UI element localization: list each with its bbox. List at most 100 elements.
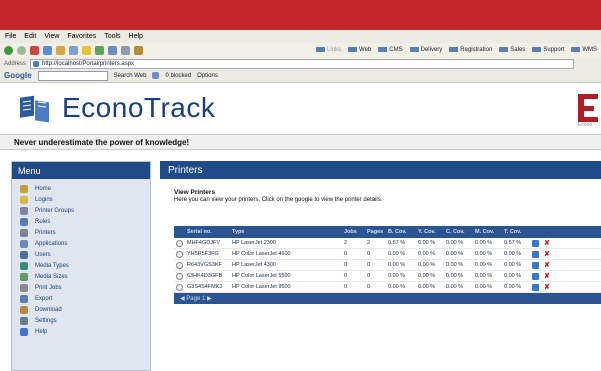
main-panel: Printers View Printers Here you can view… — [160, 161, 601, 371]
cell-b: 0.57 % — [388, 240, 406, 246]
cell-pages: 0 — [367, 262, 371, 268]
cell-serial: R643VGS3KF — [187, 262, 222, 268]
link-cms[interactable]: CMS — [378, 47, 402, 54]
sidebar-item-help[interactable]: Help — [12, 326, 150, 337]
cell-jobs: 0 — [344, 284, 348, 290]
cell-m: 0.00 % — [475, 262, 493, 268]
delete-icon[interactable]: ✘ — [544, 282, 550, 292]
stop-icon[interactable] — [30, 46, 39, 55]
applications-icon — [20, 239, 28, 248]
view-details-icon[interactable] — [176, 282, 183, 292]
sidebar-item-printer-groups[interactable]: Printer Groups — [12, 205, 150, 216]
sidebar-item-download[interactable]: Download — [12, 304, 150, 315]
google-search-input[interactable] — [37, 70, 108, 81]
printers-table: Serial no. Type Jobs Pages B. Cov. Y. Cov. C. … — [174, 226, 601, 304]
cell-c: 0.00 % — [446, 240, 464, 246]
sidebar-item-media-sizes[interactable]: Media Sizes — [12, 271, 150, 282]
cell-y: 0.00 % — [418, 262, 436, 268]
delete-icon[interactable]: ✘ — [544, 249, 550, 259]
cell-y: 0.00 % — [418, 284, 436, 290]
print-icon[interactable] — [121, 46, 130, 55]
edit-icon[interactable] — [532, 282, 539, 292]
link-delivery[interactable]: Delivery — [410, 47, 443, 54]
popup-blocked[interactable]: 0 blocked — [165, 73, 191, 79]
sidebar-item-settings[interactable]: Settings — [12, 315, 150, 326]
view-details-icon[interactable] — [176, 271, 183, 281]
sidebar-item-label: Applications — [35, 240, 68, 247]
sidebar-item-applications[interactable]: Applications — [12, 238, 150, 249]
right-logo-text: Econo — [578, 122, 593, 128]
sidebar-item-label: Rules — [35, 218, 51, 225]
sidebar-title: Menu — [12, 162, 150, 179]
back-icon[interactable] — [4, 46, 13, 55]
link-support[interactable]: Support — [532, 47, 564, 54]
page-icon — [33, 60, 40, 67]
forward-icon[interactable] — [17, 46, 26, 55]
cell-c: 0.00 % — [446, 284, 464, 290]
sidebar-item-printers[interactable]: Printers — [12, 227, 150, 238]
sidebar-item-export[interactable]: Export — [12, 293, 150, 304]
delete-icon[interactable]: ✘ — [544, 271, 550, 281]
sidebar-item-media-types[interactable]: Media Types — [12, 260, 150, 271]
cell-t: 0.00 % — [504, 262, 522, 268]
sidebar-item-label: Settings — [35, 317, 57, 324]
edit-icon[interactable] — [532, 260, 539, 270]
cell-y: 0.00 % — [418, 273, 436, 279]
link-web[interactable]: Web — [348, 47, 371, 54]
google-options[interactable]: Options — [197, 73, 218, 79]
refresh-icon[interactable] — [43, 46, 52, 55]
cell-pages: 2 — [367, 240, 371, 246]
view-details-icon[interactable] — [176, 249, 183, 259]
home-browser-icon[interactable] — [56, 46, 65, 55]
app-banner: EconoTrack Econo — [0, 84, 601, 134]
sidebar-item-label: Users — [35, 251, 51, 258]
link-registration[interactable]: Registration — [449, 47, 492, 54]
edit-icon[interactable] — [532, 271, 539, 281]
cell-serial: 63HK4D3GFB — [187, 273, 223, 279]
delete-icon[interactable]: ✘ — [544, 238, 550, 248]
view-details-icon[interactable] — [176, 260, 183, 270]
menu-edit[interactable]: Edit — [24, 33, 36, 40]
cell-b: 0.00 % — [388, 273, 406, 279]
edit-icon[interactable] — [134, 46, 143, 55]
mail-icon[interactable] — [108, 46, 117, 55]
tagline: Never underestimate the power of knowled… — [0, 134, 601, 150]
cell-b: 0.00 % — [388, 262, 406, 268]
sidebar-item-rules[interactable]: Rules — [12, 216, 150, 227]
menu-tools[interactable]: Tools — [104, 33, 120, 40]
menu-help[interactable]: Help — [129, 33, 143, 40]
menu-view[interactable]: View — [44, 33, 59, 40]
help-icon — [20, 327, 28, 336]
link-sales[interactable]: Sales — [499, 47, 525, 54]
link-wms[interactable]: WMS — [571, 47, 597, 54]
menu-favorites[interactable]: Favorites — [67, 33, 96, 40]
sidebar-item-users[interactable]: Users — [12, 249, 150, 260]
address-label: Address — [4, 60, 27, 67]
cell-pages: 0 — [367, 251, 371, 257]
edit-icon[interactable] — [532, 238, 539, 248]
browser-toolbar: Links Web CMS Delivery Registration Sale… — [0, 43, 601, 58]
right-logo-icon — [578, 94, 598, 122]
search-icon[interactable] — [69, 46, 78, 55]
menu-file[interactable]: File — [5, 33, 16, 40]
pager-label[interactable]: ◀ Page 1 ▶ — [180, 295, 212, 302]
address-input[interactable]: http://localhost/Portal/printers.aspx — [30, 58, 575, 69]
sidebar-item-print-jobs[interactable]: Print Jobs — [12, 282, 150, 293]
sidebar-item-home[interactable]: Home — [12, 183, 150, 194]
google-search-button[interactable]: Search Web — [114, 73, 147, 79]
sidebar-item-logins[interactable]: Logins — [12, 194, 150, 205]
column-header: Y. Cov. — [418, 229, 436, 235]
sidebar-item-label: Logins — [35, 196, 53, 203]
cell-type: HP Color LaserJet 9500 — [232, 284, 291, 290]
link-links[interactable]: Links — [316, 47, 341, 54]
printer-group-icon — [20, 206, 28, 215]
favorites-icon[interactable] — [82, 46, 91, 55]
history-icon[interactable] — [95, 46, 104, 55]
edit-icon[interactable] — [532, 249, 539, 259]
cell-type: HP LaserJet 2300 — [232, 240, 276, 246]
view-details-icon[interactable] — [176, 238, 183, 248]
table-header: Serial no. Type Jobs Pages B. Cov. Y. Cov. C. … — [174, 226, 601, 238]
cell-pages: 0 — [367, 273, 371, 279]
cell-c: 0.00 % — [446, 262, 464, 268]
delete-icon[interactable]: ✘ — [544, 260, 550, 270]
